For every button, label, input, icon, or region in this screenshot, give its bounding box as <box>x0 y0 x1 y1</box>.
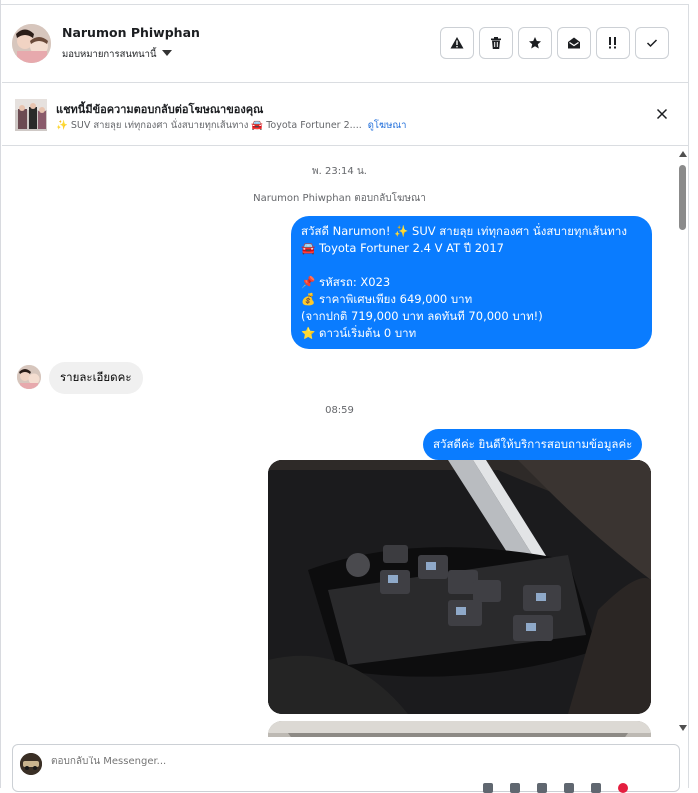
composer-toolbar <box>483 783 628 793</box>
thread-actions <box>440 27 669 59</box>
inbox-thread-panel: Narumon Phiwphan มอบหมายการสนทนานี้ แชทน… <box>0 0 698 793</box>
close-icon[interactable] <box>654 106 670 122</box>
reply-input[interactable] <box>51 756 651 767</box>
scroll-down-arrow-icon[interactable] <box>679 725 687 731</box>
star-icon <box>529 37 541 49</box>
ad-reply-notice: Narumon Phiwphan ตอบกลับโฆษณา <box>253 193 426 204</box>
scroll-up-arrow-icon[interactable] <box>679 151 687 157</box>
ad-banner-subtitle: ✨ SUV สายลุย เท่ทุกองศา นั่งสบายทุกเส้นท… <box>56 118 406 133</box>
car-interior-photo[interactable] <box>268 460 651 714</box>
page-avatar <box>20 753 42 775</box>
timestamp: 08:59 <box>325 405 354 416</box>
outgoing-message-ad[interactable]: สวัสดี Narumon! ✨ SUV สายลุย เท่ทุกองศา … <box>291 216 652 349</box>
caret-down-icon <box>161 50 172 56</box>
reply-composer <box>12 744 680 793</box>
image-icon[interactable] <box>510 783 520 793</box>
timestamp: พ. 23:14 น. <box>312 166 367 177</box>
trash-icon <box>491 37 501 49</box>
message-scrollbar[interactable] <box>677 148 688 738</box>
contact-avatar-small <box>17 365 41 389</box>
right-divider <box>688 4 689 788</box>
message-list[interactable]: พ. 23:14 น. Narumon Phiwphan ตอบกลับโฆษณ… <box>2 147 677 737</box>
car-photo-2[interactable] <box>268 721 651 737</box>
mark-unread-button[interactable] <box>557 27 591 59</box>
assign-label: มอบหมายการสนทนานี้ <box>62 49 157 60</box>
delete-button[interactable] <box>479 27 513 59</box>
ad-reply-banner: แชทนี้มีข้อความตอบกลับต่อโฆษณาของคุณ ✨ S… <box>2 84 688 146</box>
thread-header: Narumon Phiwphan มอบหมายการสนทนานี้ <box>2 5 688 83</box>
gif-icon[interactable] <box>564 783 574 793</box>
report-spam-button[interactable] <box>440 27 474 59</box>
warning-icon <box>450 37 464 49</box>
ad-banner-title: แชทนี้มีข้อความตอบกลับต่อโฆษณาของคุณ <box>56 103 264 116</box>
scrollbar-thumb[interactable] <box>679 165 686 230</box>
flag-exclamation-icon <box>609 37 616 49</box>
outgoing-message-greeting[interactable]: สวัสดีค่ะ ยินดีให้บริการสอบถามข้อมูลค่ะ <box>423 429 643 460</box>
view-ad-link[interactable]: ดูโฆษณา <box>368 120 407 131</box>
check-icon <box>646 39 658 48</box>
ad-summary: ✨ SUV สายลุย เท่ทุกองศา นั่งสบายทุกเส้นท… <box>56 120 362 131</box>
contact-avatar[interactable] <box>12 24 51 63</box>
mark-done-button[interactable] <box>635 27 669 59</box>
contact-name: Narumon Phiwphan <box>62 25 200 40</box>
follow-up-button[interactable] <box>596 27 630 59</box>
assign-conversation-dropdown[interactable]: มอบหมายการสนทนานี้ <box>62 47 172 62</box>
incoming-message[interactable]: รายละเอียดคะ <box>49 362 143 394</box>
emoji-icon[interactable] <box>537 783 547 793</box>
star-button[interactable] <box>518 27 552 59</box>
saved-reply-icon[interactable] <box>591 783 601 793</box>
record-icon[interactable] <box>618 783 628 793</box>
ad-thumbnail[interactable] <box>15 99 47 131</box>
envelope-open-icon <box>568 37 580 49</box>
attachment-icon[interactable] <box>483 783 493 793</box>
